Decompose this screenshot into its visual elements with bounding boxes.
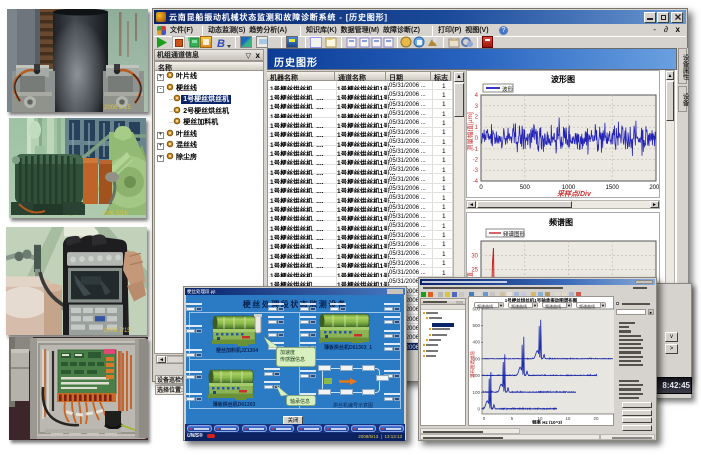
- svg-text:20: 20: [593, 416, 599, 421]
- svg-text:600: 600: [472, 306, 480, 311]
- svg-text:4: 4: [475, 93, 479, 99]
- svg-text:2006 5/15: 2006 5/15: [104, 105, 131, 111]
- svg-text:0: 0: [483, 416, 486, 421]
- svg-text:2: 2: [475, 115, 479, 121]
- svg-text:-3: -3: [473, 168, 479, 174]
- svg-text:500: 500: [520, 185, 531, 191]
- svg-text:2000: 2000: [649, 185, 659, 191]
- svg-text:100: 100: [472, 390, 480, 395]
- svg-text:2006 7/15: 2006 7/15: [104, 327, 131, 334]
- svg-text:-2: -2: [473, 158, 479, 164]
- svg-text:1500: 1500: [606, 185, 620, 191]
- svg-text:频谱图形: 频谱图形: [503, 230, 526, 238]
- svg-text:测量幅值[µm]: 测量幅值[µm]: [467, 112, 474, 151]
- svg-text:0: 0: [479, 185, 483, 191]
- svg-text:采样点/Div: 采样点/Div: [557, 189, 592, 197]
- svg-text:波形图: 波形图: [551, 74, 575, 84]
- svg-text:波形: 波形: [502, 85, 514, 93]
- svg-text:频谱图: 频谱图: [549, 217, 573, 227]
- svg-text:0: 0: [477, 407, 480, 412]
- svg-text:15: 15: [565, 416, 571, 421]
- svg-text:1: 1: [475, 125, 479, 131]
- svg-text:-4: -4: [473, 179, 479, 185]
- svg-text:频率 Hz (10^3): 频率 Hz (10^3): [532, 419, 563, 424]
- svg-text:30: 30: [471, 253, 478, 259]
- svg-text:400: 400: [472, 340, 480, 345]
- svg-text:5: 5: [511, 416, 514, 421]
- svg-text:2006 5/16: 2006 5/16: [101, 211, 128, 217]
- svg-text:3: 3: [475, 104, 479, 110]
- svg-text:500: 500: [472, 323, 480, 328]
- svg-text:0: 0: [475, 136, 479, 142]
